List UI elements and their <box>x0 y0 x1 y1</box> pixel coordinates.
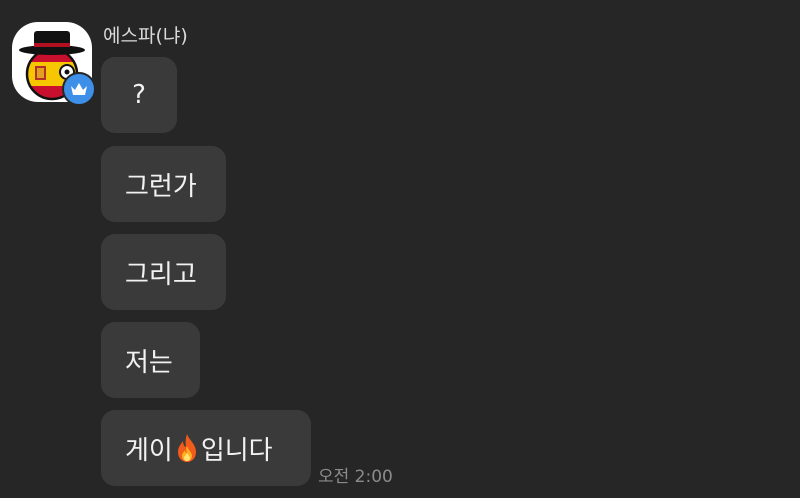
sender-name[interactable]: 에스파(냐) <box>103 22 188 50</box>
message-text: 저는 <box>125 347 173 378</box>
crown-badge <box>62 72 96 106</box>
message-bubble[interactable]: 게이 입니다 <box>101 410 311 486</box>
crown-icon <box>71 83 87 95</box>
message-text-after: 입니다 <box>200 435 273 466</box>
fire-emoji-icon <box>177 434 196 462</box>
message-bubble[interactable]: 그리고 <box>101 234 226 310</box>
message-text-before: 게이 <box>125 435 173 466</box>
message-bubble[interactable]: 저는 <box>101 322 200 398</box>
message-timestamp: 오전 2:00 <box>318 467 393 487</box>
message-text: 그런가 <box>125 171 197 202</box>
message-bubble[interactable]: ? <box>101 57 177 133</box>
message-text: 그리고 <box>125 259 197 290</box>
message-text: ? <box>132 80 146 110</box>
message-bubble[interactable]: 그런가 <box>101 146 226 222</box>
